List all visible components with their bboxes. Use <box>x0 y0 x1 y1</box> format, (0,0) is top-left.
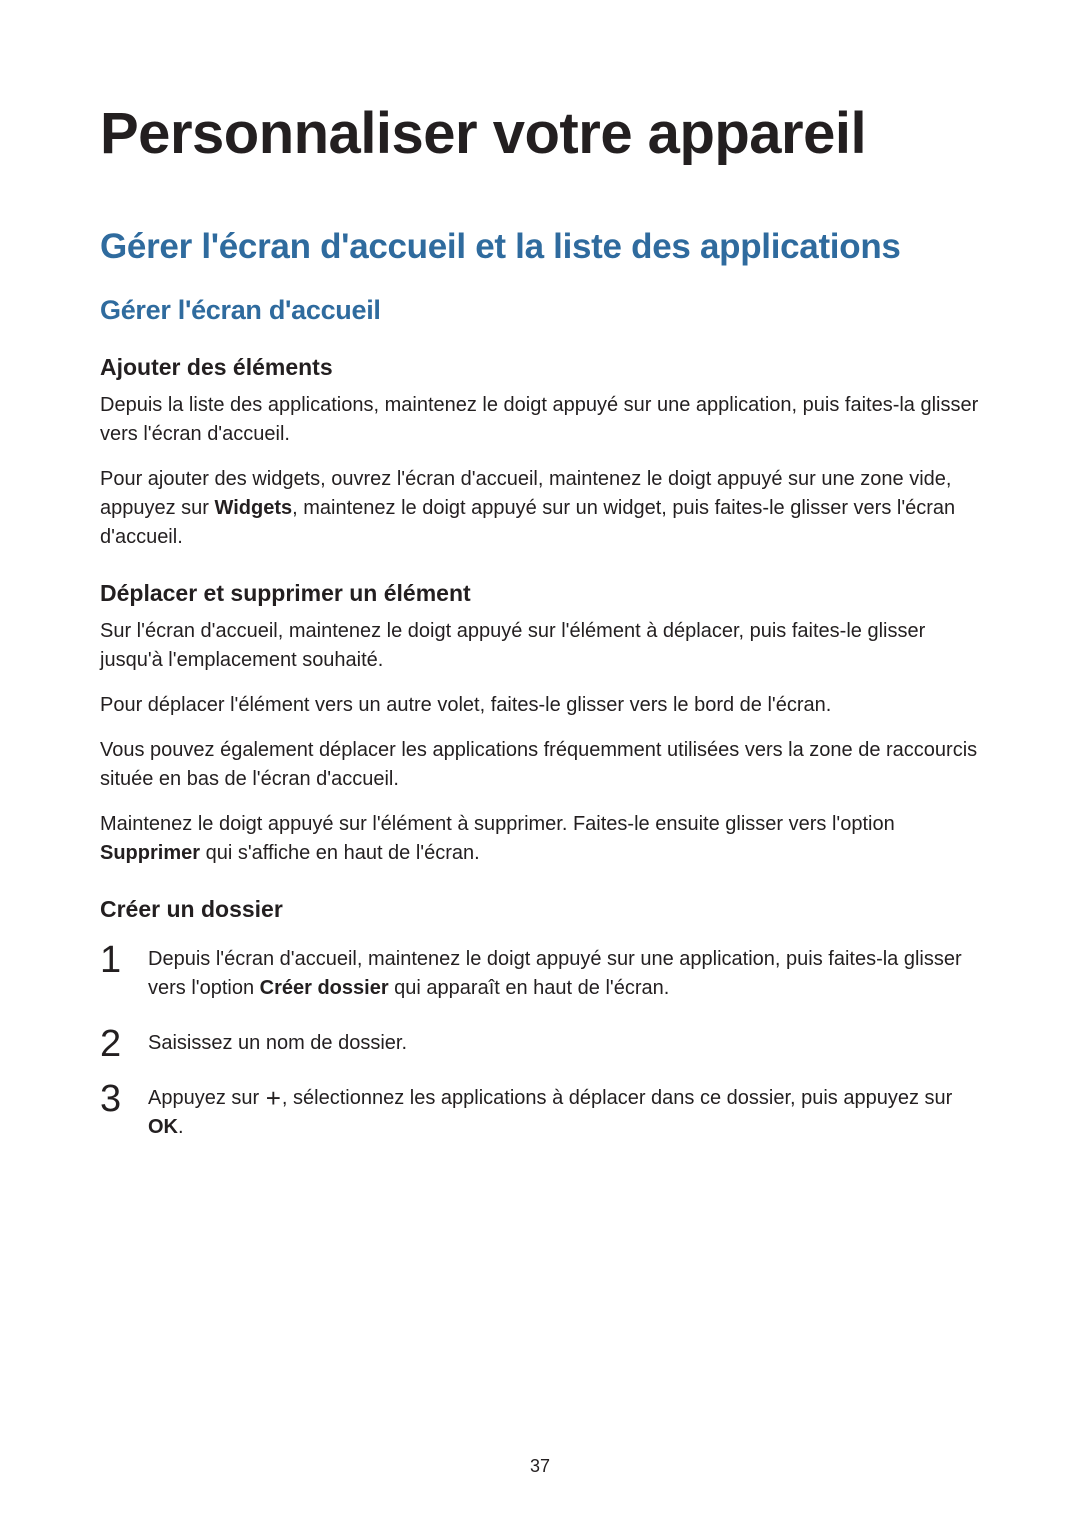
text-run: qui apparaît en haut de l'écran. <box>389 977 670 999</box>
subsubsection-ajouter: Ajouter des éléments <box>100 354 980 381</box>
step-item: Saisissez un nom de dossier. <box>100 1029 980 1058</box>
steps-list: Depuis l'écran d'accueil, maintenez le d… <box>100 945 980 1142</box>
subsubsection-creer: Créer un dossier <box>100 896 980 923</box>
step-item: Appuyez sur +, sélectionnez les applicat… <box>100 1084 980 1142</box>
text-run: qui s'affiche en haut de l'écran. <box>200 842 480 864</box>
subsubsection-deplacer: Déplacer et supprimer un élément <box>100 580 980 607</box>
page-number: 37 <box>0 1456 1080 1477</box>
bold-text: Supprimer <box>100 842 200 864</box>
text-run: Appuyez sur <box>148 1087 265 1109</box>
paragraph: Vous pouvez également déplacer les appli… <box>100 736 980 794</box>
text-run: Maintenez le doigt appuyé sur l'élément … <box>100 813 895 835</box>
subsection-heading: Gérer l'écran d'accueil <box>100 295 980 326</box>
paragraph: Sur l'écran d'accueil, maintenez le doig… <box>100 617 980 675</box>
step-item: Depuis l'écran d'accueil, maintenez le d… <box>100 945 980 1003</box>
page-title: Personnaliser votre appareil <box>100 100 980 167</box>
paragraph: Pour déplacer l'élément vers un autre vo… <box>100 691 980 720</box>
document-page: Personnaliser votre appareil Gérer l'écr… <box>0 0 1080 1527</box>
text-run: , sélectionnez les applications à déplac… <box>282 1087 952 1109</box>
paragraph: Depuis la liste des applications, mainte… <box>100 391 980 449</box>
section-heading: Gérer l'écran d'accueil et la liste des … <box>100 227 980 267</box>
bold-text: Créer dossier <box>260 977 389 999</box>
paragraph: Maintenez le doigt appuyé sur l'élément … <box>100 810 980 868</box>
text-run: . <box>178 1116 184 1138</box>
paragraph: Pour ajouter des widgets, ouvrez l'écran… <box>100 465 980 552</box>
bold-text: Widgets <box>215 497 293 519</box>
bold-text: OK <box>148 1116 178 1138</box>
text-run: Saisissez un nom de dossier. <box>148 1032 407 1054</box>
